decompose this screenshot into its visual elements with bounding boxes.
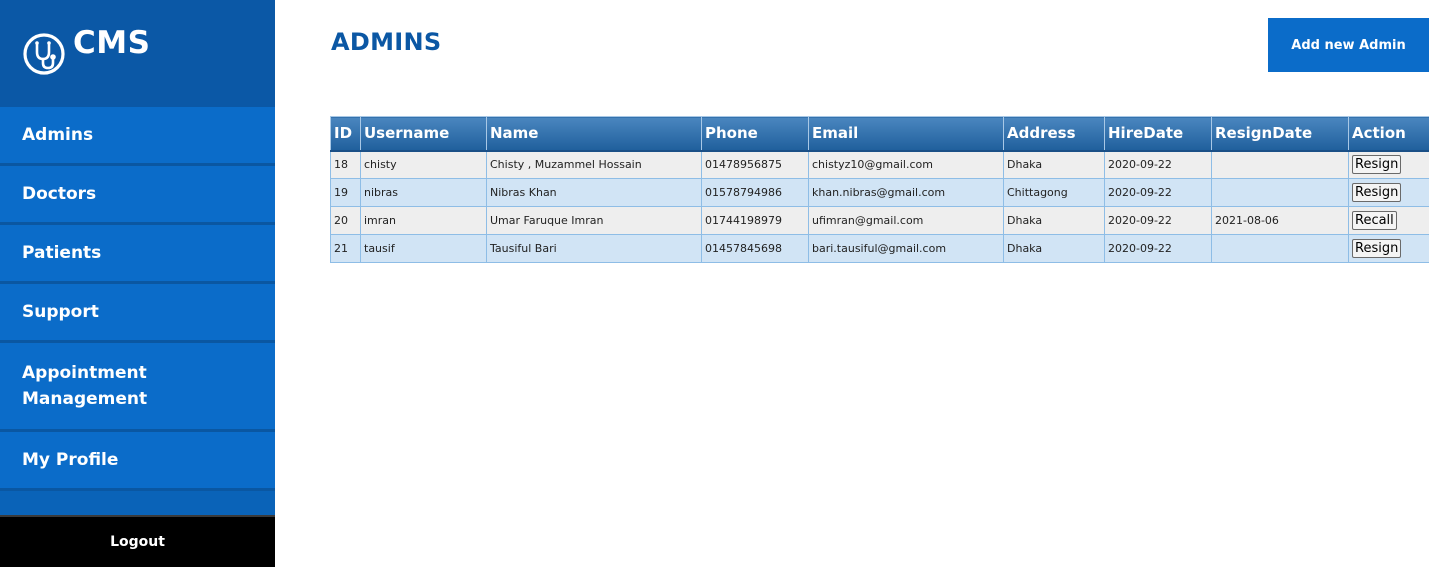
sidebar-item-support[interactable]: Support: [0, 284, 275, 343]
sidebar-item-patients[interactable]: Patients: [0, 225, 275, 284]
cell-address: Dhaka: [1003, 234, 1105, 263]
cell-resign-date: [1211, 150, 1349, 179]
cell-username: imran: [360, 206, 487, 235]
cell-resign-date: [1211, 178, 1349, 207]
cell-action: Resign: [1348, 150, 1429, 179]
resign-button[interactable]: Resign: [1352, 239, 1402, 258]
brand-name: CMS: [73, 24, 151, 61]
brand-header: CMS: [0, 0, 275, 107]
recall-button[interactable]: Recall: [1352, 211, 1397, 230]
cell-address: Dhaka: [1003, 150, 1105, 179]
page-title: ADMINS: [331, 28, 442, 56]
cell-phone: 01478956875: [701, 150, 809, 179]
cell-action: Resign: [1348, 234, 1429, 263]
cell-resign-date: [1211, 234, 1349, 263]
app-window: CMS Admins Doctors Patients Support Appo…: [0, 0, 1429, 567]
cell-name: Nibras Khan: [486, 178, 702, 207]
cell-name: Chisty , Muzammel Hossain: [486, 150, 702, 179]
cell-email: bari.tausiful@gmail.com: [808, 234, 1004, 263]
sidebar-item-my-profile[interactable]: My Profile: [0, 432, 275, 491]
logout-button[interactable]: Logout: [0, 515, 275, 567]
sidebar-nav: Admins Doctors Patients Support Appointm…: [0, 107, 275, 491]
table-row: 20 imran Umar Faruque Imran 01744198979 …: [330, 206, 1429, 235]
cell-id: 19: [330, 178, 361, 207]
cell-hire-date: 2020-09-22: [1104, 234, 1212, 263]
sidebar-item-doctors[interactable]: Doctors: [0, 166, 275, 225]
cell-phone: 01744198979: [701, 206, 809, 235]
admins-table: ID Username Name Phone Email Address Hir…: [330, 116, 1429, 263]
column-header-resigndate: ResignDate: [1211, 116, 1349, 152]
cell-id: 18: [330, 150, 361, 179]
sidebar-item-label: Appointment Management: [22, 363, 148, 409]
resign-button[interactable]: Resign: [1352, 183, 1402, 202]
column-header-hiredate: HireDate: [1104, 116, 1212, 152]
column-header-name: Name: [486, 116, 702, 152]
cell-name: Tausiful Bari: [486, 234, 702, 263]
cell-email: chistyz10@gmail.com: [808, 150, 1004, 179]
column-header-username: Username: [360, 116, 487, 152]
cell-action: Recall: [1348, 206, 1429, 235]
column-header-address: Address: [1003, 116, 1105, 152]
cell-email: khan.nibras@gmail.com: [808, 178, 1004, 207]
table-header-row: ID Username Name Phone Email Address Hir…: [330, 116, 1429, 152]
cell-id: 20: [330, 206, 361, 235]
table-row: 19 nibras Nibras Khan 01578794986 khan.n…: [330, 178, 1429, 207]
cell-name: Umar Faruque Imran: [486, 206, 702, 235]
cell-address: Dhaka: [1003, 206, 1105, 235]
column-header-id: ID: [330, 116, 361, 152]
cell-hire-date: 2020-09-22: [1104, 178, 1212, 207]
sidebar: CMS Admins Doctors Patients Support Appo…: [0, 0, 275, 567]
cell-id: 21: [330, 234, 361, 263]
add-new-admin-button[interactable]: Add new Admin: [1268, 18, 1429, 72]
column-header-action: Action: [1348, 116, 1429, 152]
cell-email: ufimran@gmail.com: [808, 206, 1004, 235]
table-row: 21 tausif Tausiful Bari 01457845698 bari…: [330, 234, 1429, 263]
sidebar-item-admins[interactable]: Admins: [0, 107, 275, 166]
cell-username: chisty: [360, 150, 487, 179]
resign-button[interactable]: Resign: [1352, 155, 1402, 175]
cell-username: nibras: [360, 178, 487, 207]
cell-hire-date: 2020-09-22: [1104, 150, 1212, 179]
cell-hire-date: 2020-09-22: [1104, 206, 1212, 235]
stethoscope-icon: [23, 32, 65, 75]
cell-username: tausif: [360, 234, 487, 263]
cell-action: Resign: [1348, 178, 1429, 207]
cell-resign-date: 2021-08-06: [1211, 206, 1349, 235]
column-header-phone: Phone: [701, 116, 809, 152]
sidebar-item-appointment-management[interactable]: Appointment Management: [0, 343, 275, 432]
table-row: 18 chisty Chisty , Muzammel Hossain 0147…: [330, 150, 1429, 179]
cell-phone: 01578794986: [701, 178, 809, 207]
cell-phone: 01457845698: [701, 234, 809, 263]
cell-address: Chittagong: [1003, 178, 1105, 207]
column-header-email: Email: [808, 116, 1004, 152]
